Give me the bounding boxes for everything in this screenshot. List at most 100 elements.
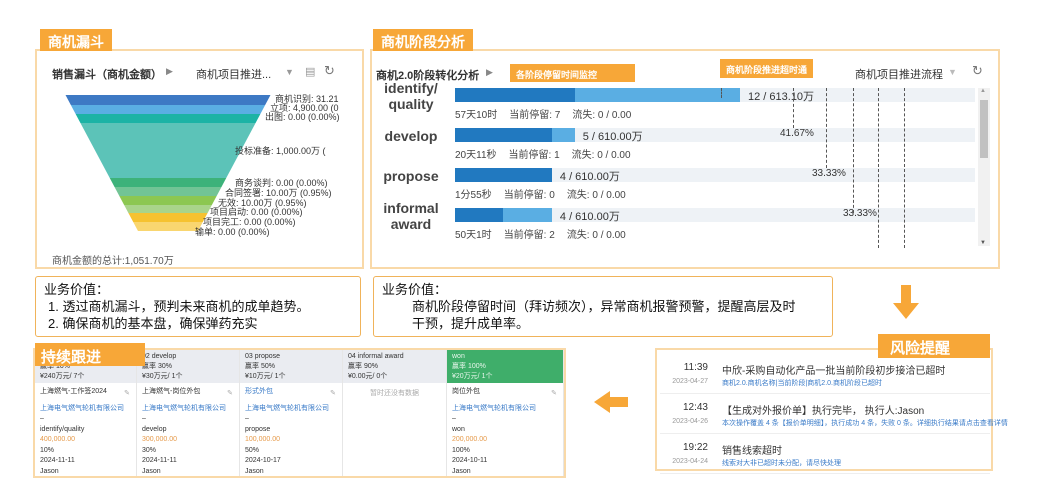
stage-row[interactable] xyxy=(455,208,975,222)
value-title: 业务价值： xyxy=(382,282,448,297)
deal-company[interactable]: 上海电气燃气轮机有限公司 xyxy=(40,404,131,415)
refresh-icon[interactable]: ↻ xyxy=(324,63,335,79)
stage-meta: 57天10时 当前停留: 7 流失: 0 / 0.00 xyxy=(455,110,632,121)
deal-rate: 30% xyxy=(142,446,157,454)
edit-icon[interactable]: ✎ xyxy=(124,389,130,400)
column-win-rate: 赢率 50% xyxy=(245,363,275,370)
risk-detail-link[interactable]: 线索对大非已超时未分配，请尽快处理 xyxy=(722,458,841,468)
deal-amount: 200,000.00 xyxy=(452,436,488,443)
deal-card[interactable]: 形式外包 上海电气燃气轮机有限公司 – propose 100,000.00 5… xyxy=(245,387,337,477)
risk-date: 2023-04-24 xyxy=(672,458,708,465)
timeout-line xyxy=(793,88,794,128)
risk-item[interactable]: 19:22 2023-04-24 销售线索超时 线索对大非已超时未分配，请尽快处… xyxy=(660,434,990,474)
value-line: 1. 透过商机漏斗，预判未来商机的成单趋势。 xyxy=(48,299,310,314)
stage-row[interactable] xyxy=(455,168,975,182)
conversion-rate: 41.67% xyxy=(780,128,814,139)
column-stage: 02 develop xyxy=(142,353,177,360)
column-stage: 04 informal award xyxy=(348,353,404,360)
funnel-segment[interactable] xyxy=(80,123,256,178)
timeout-line xyxy=(904,88,905,248)
column-amount: ¥30万元/ 1个 xyxy=(142,373,183,380)
deal-title[interactable]: 岗位外包 xyxy=(452,387,558,398)
deal-rate: 10% xyxy=(40,446,55,454)
stage-value: 5 / 610.00万 xyxy=(582,131,643,143)
process-selector[interactable]: 商机项目推进流程 xyxy=(855,66,943,82)
chevron-down-icon[interactable]: ▼ xyxy=(948,67,957,77)
stage-meta: 1分55秒 当前停留: 0 流失: 0 / 0.00 xyxy=(455,190,626,201)
chevron-down-icon[interactable]: ▼ xyxy=(285,67,294,77)
risk-date: 2023-04-27 xyxy=(672,378,708,385)
deal-stage: propose xyxy=(245,425,271,433)
stage-name: informal award xyxy=(383,200,439,232)
risk-item[interactable]: 12:43 2023-04-26 【生成对外报价单】执行完毕， 执行人:Jaso… xyxy=(660,394,1008,434)
funnel-segment[interactable] xyxy=(109,178,227,187)
deal-card[interactable]: 上海燃气-工作签2024 上海电气燃气轮机有限公司 – identify/qua… xyxy=(40,387,131,477)
refresh-icon[interactable]: ↻ xyxy=(972,63,983,79)
deal-company[interactable]: 上海电气燃气轮机有限公司 xyxy=(142,404,234,415)
conversion-rate: 33.33% xyxy=(812,168,846,179)
funnel-segment[interactable] xyxy=(114,187,222,196)
deal-amount: 300,000.00 xyxy=(142,436,178,443)
risk-time: 11:39 xyxy=(683,362,708,373)
risk-item[interactable]: 11:39 2023-04-27 中欣-采购自动化产品一批当前阶段初步接洽已超时… xyxy=(660,354,990,394)
funnel-segment[interactable] xyxy=(124,205,212,213)
funnel-label: 项目完工: 0.00 (0.00%) xyxy=(203,216,296,227)
column-amount: ¥10万元/ 1个 xyxy=(245,373,286,380)
list-icon[interactable]: ▤ xyxy=(305,65,315,78)
risk-message: 销售线索超时 xyxy=(722,446,782,457)
deal-title[interactable]: 上海燃气-岗位外包 xyxy=(142,387,234,398)
column-amount: ¥0.00元/ 0个 xyxy=(348,373,388,380)
deal-stage: identify/quality xyxy=(40,425,85,433)
funnel-segment[interactable] xyxy=(133,222,203,231)
deal-stage: develop xyxy=(142,425,167,433)
timeout-callout: 商机阶段推进超时通知 xyxy=(720,59,813,88)
deal-card[interactable]: 岗位外包 上海电气燃气轮机有限公司 – won 200,000.00 100% … xyxy=(452,387,558,477)
funnel-segment[interactable] xyxy=(128,213,208,222)
column-amount: ¥240万元/ 7个 xyxy=(40,373,85,380)
stage-value: 4 / 610.00万 xyxy=(559,171,620,183)
funnel-label: 商务谈判: 0.00 (0.00%) xyxy=(235,177,328,188)
funnel-selector[interactable]: 商机项目推进... xyxy=(196,66,271,82)
stage-row[interactable] xyxy=(455,128,975,142)
funnel-segment[interactable] xyxy=(119,196,217,205)
risk-detail-link[interactable]: 本次操作覆盖 4 条【报价单明细】，执行成功 4 条，失败 0 条。详细执行结果… xyxy=(722,418,1008,428)
stage-section-tag: 商机阶段分析 xyxy=(373,29,473,51)
deal-company[interactable]: 上海电气燃气轮机有限公司 xyxy=(245,404,337,415)
pipeline-column: won 赢率 100% ¥20万元/ 1个 岗位外包 上海电气燃气轮机有限公司 … xyxy=(447,350,564,476)
risk-detail-link[interactable]: 商机2.0.商机名称|当前阶段|商机2.0.商机阶段已超时 xyxy=(722,378,882,388)
empty-state: 暂时还没有数据 xyxy=(370,390,419,397)
play-icon[interactable]: ▶ xyxy=(486,67,493,78)
play-icon[interactable]: ▶ xyxy=(166,66,173,77)
edit-icon[interactable]: ✎ xyxy=(551,389,557,400)
stage-meta: 50天1时 当前停留: 2 流失: 0 / 0.00 xyxy=(455,230,626,241)
scrollbar[interactable]: ▲ ▼ xyxy=(978,88,990,246)
risk-time: 19:22 xyxy=(682,442,708,453)
value-line: 2. 确保商机的基本盘，确保弹药充实 xyxy=(48,316,258,331)
funnel-label: 输单: 0.00 (0.00%) xyxy=(195,226,270,237)
deal-title[interactable]: 上海燃气-工作签2024 xyxy=(40,387,131,398)
edit-icon[interactable]: ✎ xyxy=(227,389,233,400)
edit-icon[interactable]: ✎ xyxy=(330,389,336,400)
stage-bar xyxy=(455,208,552,222)
arrow-down-icon xyxy=(893,285,919,319)
funnel-segment[interactable] xyxy=(65,95,271,105)
risk-message: 中欣-采购自动化产品一批当前阶段初步接洽已超时 xyxy=(722,366,946,377)
stage-value: 4 / 610.00万 xyxy=(559,211,620,223)
risk-message: 【生成对外报价单】执行完毕， 执行人:Jason xyxy=(722,406,925,417)
risk-time: 12:43 xyxy=(682,402,708,413)
deal-card[interactable]: 上海燃气-岗位外包 上海电气燃气轮机有限公司 – develop 300,000… xyxy=(142,387,234,477)
funnel-chart: 商机识别: 31.21立项: 4,900.00 (0出图: 0.00 (0.00… xyxy=(65,93,340,237)
column-win-rate: 赢率 30% xyxy=(142,363,172,370)
risk-section-tag: 风险提醒 xyxy=(878,334,990,358)
deal-title[interactable]: 形式外包 xyxy=(245,387,337,398)
funnel-segment[interactable] xyxy=(75,114,261,123)
pipeline-column: 04 informal award 赢率 90% ¥0.00元/ 0个 暂时还没… xyxy=(343,350,447,476)
stage-bar xyxy=(455,168,552,182)
deal-stage: won xyxy=(452,425,465,433)
funnel-segment[interactable] xyxy=(70,105,266,114)
deal-company[interactable]: 上海电气燃气轮机有限公司 xyxy=(452,404,558,415)
stage-row[interactable] xyxy=(455,88,975,102)
column-stage: won xyxy=(452,353,465,360)
conversion-rate: 33.33% xyxy=(843,208,877,219)
funnel-label: 投标准备: 1,000.00万 ( xyxy=(235,145,326,156)
